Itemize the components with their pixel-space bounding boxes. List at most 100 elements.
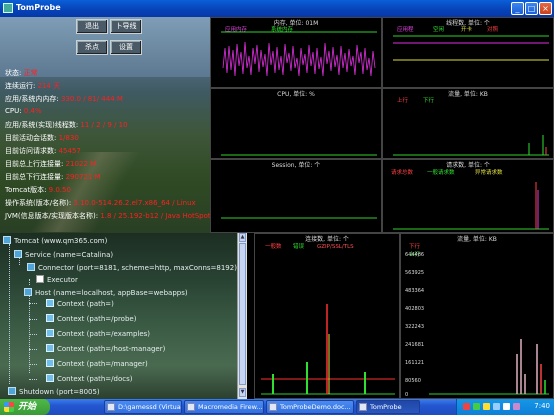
scroll-down-arrow[interactable]: ▼ [239, 388, 246, 397]
context-icon [46, 329, 54, 337]
tree-line [29, 379, 37, 380]
scroll-thumb[interactable] [239, 243, 246, 385]
navigate-button[interactable]: 卜导线 [110, 19, 142, 34]
stat-os: 操作系统(版本/名称): 3.10.0-514.26.2.el7.x86_64 … [5, 198, 196, 208]
tray-icon[interactable] [473, 403, 480, 410]
connector-icon [27, 263, 35, 271]
legend-down: 下行 [423, 96, 435, 104]
chart-title: 连接数, 单位: 个 [305, 235, 349, 243]
tree-line [29, 364, 37, 365]
tree-host[interactable]: Host (name=localhost, appBase=webapps) [24, 288, 188, 298]
folder-icon [107, 403, 115, 411]
minimize-button[interactable]: _ [511, 2, 524, 15]
tree-context[interactable]: Context (path=/docs) [46, 374, 132, 384]
stat-label: 应用/系统(实现)线程数: [5, 121, 79, 129]
chart-title: 请求数, 单位: 个 [446, 161, 490, 169]
exit-button[interactable]: 退出 [76, 19, 108, 34]
tree-line [29, 279, 30, 285]
tree-root-label: Tomcat (www.qm365.com) [14, 237, 108, 245]
tree-line [29, 319, 37, 320]
task-button[interactable]: Macromedia Firew... [184, 400, 264, 414]
tree-connector[interactable]: Connector (port=8181, scheme=http, maxCo… [27, 263, 237, 273]
tree-context-label: Context (path=/examples) [57, 330, 151, 338]
stat-value: 1.8 / 25.192-b12 / Java HotSpot(TM) [100, 212, 210, 220]
stat-label: 目前访问请求数: [5, 147, 57, 155]
stat-value: 21022 M [65, 160, 97, 168]
stat-requests: 目前访问请求数: 45457 [5, 146, 81, 156]
window-title: TomProbe [16, 3, 61, 12]
stat-value: 3.10.0-514.26.2.el7.x86_64 / Linux [73, 199, 196, 207]
stat-sessions: 目前活动会话数: 1/830 [5, 133, 79, 143]
y-tick: 0 [405, 392, 408, 398]
legend-open: 开卡 [461, 25, 473, 33]
stat-jvm: JVM(信息版本/实现版本名称): 1.8 / 25.192-b12 / Jav… [5, 211, 210, 221]
tree-scrollbar[interactable]: ▲ ▼ [237, 233, 247, 399]
start-button[interactable]: 开始 [0, 399, 50, 415]
tree-root[interactable]: Tomcat (www.qm365.com) [3, 236, 107, 246]
task-label: TomProbeDemo.doc... [280, 403, 351, 411]
tray-icon[interactable] [503, 403, 510, 410]
legend-gzip-ssl: GZIP/SSL/TLS [317, 244, 354, 250]
app-icon [359, 403, 367, 411]
tree-context[interactable]: Context (path=/manager) [46, 359, 148, 369]
y-tick: 322243 [405, 324, 424, 330]
task-label: TomProbe [370, 403, 402, 411]
tray-icon[interactable] [463, 403, 470, 410]
settings-button[interactable]: 设置 [110, 40, 142, 55]
stat-value: 290721 M [65, 173, 101, 181]
threads-chart: 线程数, 单位: 个 应用程 空闲 开卡 对照 [382, 17, 554, 88]
chart-title: CPU, 单位: % [277, 90, 315, 98]
stat-label: JVM(信息版本/实现版本名称): [5, 212, 99, 220]
stat-uptime: 连续运行: 214 天 [5, 81, 60, 91]
tree-context-label: Context (path=/probe) [57, 315, 137, 323]
tray-icon[interactable] [513, 403, 520, 410]
tree-line [29, 334, 37, 335]
requests-chart: 请求数, 单位: 个 请求总数 一般请求数 异常请求数 [382, 159, 554, 233]
tree-context-label: Context (path=) [57, 300, 114, 308]
tree-context[interactable]: Context (path=/host-manager) [46, 344, 165, 354]
tree-executor[interactable]: Executor [36, 275, 78, 285]
stat-value: 45457 [58, 147, 81, 155]
tray-icon[interactable] [483, 403, 490, 410]
tree-context-label: Context (path=/docs) [57, 375, 133, 383]
stat-download: 目前总下行连接量: 290721 M [5, 172, 101, 182]
start-label: 开始 [18, 402, 37, 412]
stat-threads: 应用/系统(实现)线程数: 11 / 2 / 9 / 10 [5, 120, 128, 130]
taskbar: 开始 D:\gamessd (Virtual... Macromedia Fir… [0, 399, 554, 415]
stat-label: 应用/系统内内存: [5, 95, 59, 103]
stat-status: 状态: 正常 [5, 68, 38, 78]
tree-service[interactable]: Service (name=Catalina) [14, 250, 113, 260]
task-button-active[interactable]: TomProbe [356, 400, 420, 414]
tree-host-label: Host (name=localhost, appBase=webapps) [35, 289, 188, 297]
session-chart: Session, 单位: 个 [210, 159, 382, 233]
task-button[interactable]: TomProbeDemo.doc... [266, 400, 354, 414]
tree-context[interactable]: Context (path=) [46, 299, 114, 309]
stat-cpu: CPU: 0.4% [5, 107, 42, 115]
tree-shutdown[interactable]: Shutdown (port=8005) [8, 387, 100, 397]
y-tick: 80560 [405, 378, 421, 384]
tree-service-label: Service (name=Catalina) [25, 251, 114, 259]
system-tray: 7:40 [456, 399, 554, 415]
tree-context-label: Context (path=/host-manager) [57, 345, 166, 353]
tray-icon[interactable] [493, 403, 500, 410]
context-icon [46, 299, 54, 307]
close-button[interactable]: × [539, 2, 552, 15]
context-icon [46, 374, 54, 382]
scroll-up-arrow[interactable]: ▲ [239, 233, 246, 242]
tree-context[interactable]: Context (path=/examples) [46, 329, 150, 339]
y-tick: 161121 [405, 360, 424, 366]
task-button[interactable]: D:\gamessd (Virtual... [104, 400, 182, 414]
status-panel: 退出 卜导线 杀点 设置 状态: 正常 连续运行: 214 天 应用/系统内内存… [0, 17, 210, 233]
app-memory-line [222, 41, 376, 77]
y-tick: 241681 [405, 342, 424, 348]
tree-connector-label: Connector (port=8181, scheme=http, maxCo… [38, 264, 237, 272]
maximize-button[interactable]: □ [525, 2, 538, 15]
tree-line [9, 244, 10, 384]
stat-label: 状态: [5, 69, 22, 77]
tree-context[interactable]: Context (path=/probe) [46, 314, 136, 324]
task-label: Macromedia Firew... [198, 403, 263, 411]
stat-value: 9.0.50 [48, 186, 71, 194]
tree-executor-label: Executor [47, 276, 78, 284]
kill-button[interactable]: 杀点 [76, 40, 108, 55]
y-tick: 563925 [405, 270, 424, 276]
